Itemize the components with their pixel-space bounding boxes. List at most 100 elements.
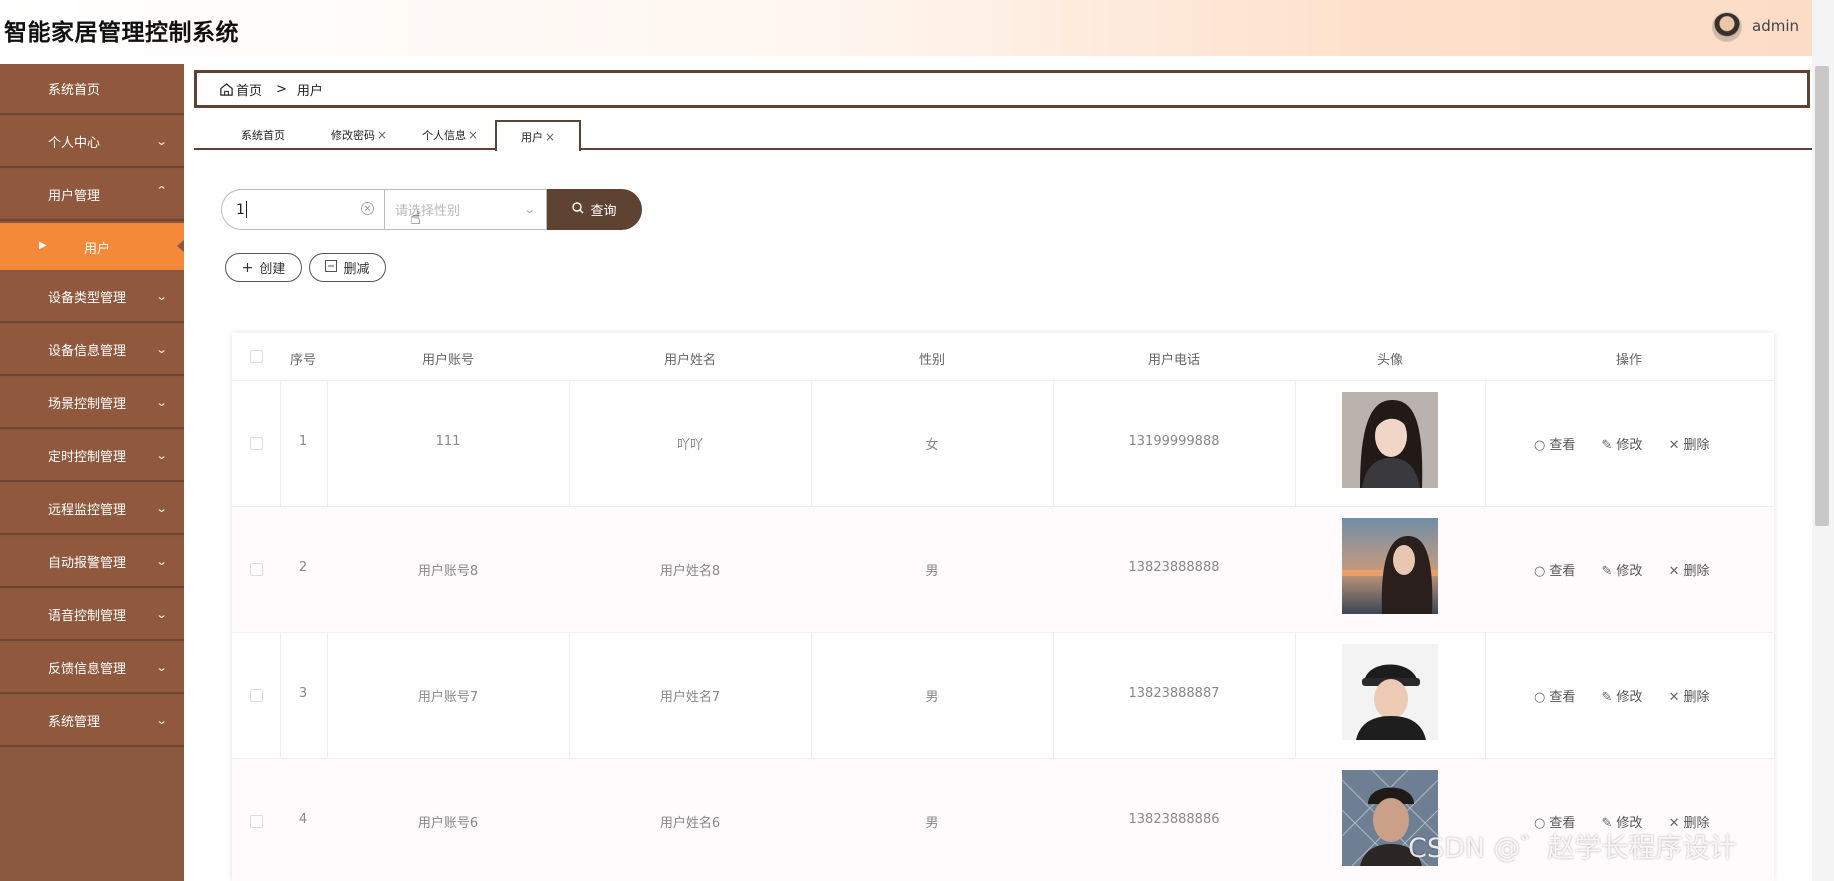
search-icon <box>572 201 584 218</box>
sidebar-item-remote-monitor[interactable]: 远程监控管理 ⌄ <box>0 484 184 535</box>
view-button[interactable]: ○ 查看 <box>1534 438 1575 453</box>
username[interactable]: admin <box>1752 17 1799 35</box>
query-button[interactable]: 查询 <box>547 189 642 230</box>
delete-button[interactable]: ✕ 删除 <box>1669 564 1710 579</box>
table-header: 序号 用户账号 用户姓名 性别 用户电话 头像 操作 <box>232 333 1774 380</box>
sidebar-item-home[interactable]: 系统首页 <box>0 64 184 115</box>
text-caret <box>245 201 247 218</box>
header-actions: 操作 <box>1615 353 1643 368</box>
user-table: 序号 用户账号 用户姓名 性别 用户电话 头像 操作 1 111 吖吖 女 13… <box>232 333 1774 881</box>
tab-personal-info[interactable]: 个人信息 × <box>422 120 478 150</box>
breadcrumb-home[interactable]: 首页 <box>236 80 262 99</box>
chart-icon <box>0 188 30 201</box>
sidebar-item-auto-alarm[interactable]: 自动报警管理 ⌄ <box>0 537 184 588</box>
pencil-icon: ✎ <box>1601 438 1613 453</box>
app-title: 智能家居管理控制系统 <box>4 20 239 46</box>
briefcase-icon <box>0 661 30 674</box>
tab-user[interactable]: 用户 × <box>495 120 582 151</box>
search-icon: ○ <box>1534 564 1546 579</box>
chevron-down-icon: ⌄ <box>155 502 168 515</box>
home-icon[interactable] <box>219 82 234 97</box>
header-gender: 性别 <box>918 353 946 368</box>
sidebar-item-timer-control[interactable]: 定时控制管理 ⌄ <box>0 431 184 482</box>
avatar[interactable] <box>1342 644 1438 740</box>
sidebar-item-scene-control[interactable]: 场景控制管理 ⌄ <box>0 378 184 429</box>
tab-home[interactable]: 系统首页 <box>241 120 285 150</box>
user-avatar[interactable] <box>1712 12 1742 42</box>
gender-select[interactable]: 请选择性别 ⌄ <box>384 189 547 230</box>
sidebar-subitem-user[interactable]: ▶ 用户 <box>0 223 184 270</box>
clipboard-icon <box>0 714 30 728</box>
view-button[interactable]: ○ 查看 <box>1534 690 1575 705</box>
pencil-icon: ✎ <box>1601 690 1613 705</box>
header-name: 用户姓名 <box>663 353 717 368</box>
chevron-down-icon: ⌄ <box>155 290 168 303</box>
watermark: CSDN @゛赵学长程序设计 <box>1408 833 1737 864</box>
caret-right-icon: ▶ <box>39 240 47 251</box>
sidebar-item-device-info[interactable]: 设备信息管理 ⌄ <box>0 325 184 376</box>
avatar[interactable] <box>1342 392 1438 488</box>
grid-icon <box>0 608 30 621</box>
table-row: 3 用户账号7 用户姓名7 男 13823888887 ○ 查看 ✎ 修改 ✕ 删除 <box>232 632 1774 758</box>
sidebar-item-device-type[interactable]: 设备类型管理 ⌄ <box>0 272 184 323</box>
view-button[interactable]: ○ 查看 <box>1534 564 1575 579</box>
clear-icon[interactable]: × <box>361 202 374 215</box>
close-icon: ✕ <box>1668 438 1680 453</box>
breadcrumb-current: 用户 <box>296 83 323 99</box>
delete-button[interactable]: ✕ 删除 <box>1669 438 1710 453</box>
chevron-down-icon: ⌄ <box>522 203 536 216</box>
tab-change-password[interactable]: 修改密码 × <box>331 120 387 150</box>
folder-icon <box>0 343 30 356</box>
chevron-down-icon: ⌄ <box>155 608 168 621</box>
select-all-checkbox[interactable] <box>250 350 263 363</box>
chevron-down-icon: ⌄ <box>155 661 168 674</box>
hand-cursor-icon: ☝ <box>410 208 421 229</box>
home-icon <box>0 81 30 96</box>
grid-icon <box>0 290 30 303</box>
delete-batch-button[interactable]: 删减 <box>309 253 386 282</box>
sidebar-item-user-management[interactable]: 用户管理 ⌃ <box>0 170 184 221</box>
table-row: 2 用户账号8 用户姓名8 男 13823888888 ○ 查看 ✎ 修改 ✕ 删除 <box>232 506 1774 632</box>
chevron-down-icon: ⌄ <box>155 714 168 727</box>
sidebar-item-voice-control[interactable]: 语音控制管理 ⌄ <box>0 590 184 641</box>
close-icon: ✕ <box>1668 564 1680 579</box>
row-actions: ○ 查看 ✎ 修改 ✕ 删除 <box>1534 434 1731 453</box>
search-icon: ○ <box>1534 690 1546 705</box>
header-phone: 用户电话 <box>1147 353 1201 368</box>
chevron-down-icon: ⌄ <box>155 396 168 409</box>
delete-button[interactable]: ✕ 删除 <box>1669 690 1710 705</box>
breadcrumb: 首页 > 用户 <box>194 70 1810 108</box>
chevron-down-icon: ⌄ <box>155 343 168 356</box>
chevron-down-icon: ⌄ <box>155 449 168 462</box>
top-header: 智能家居管理控制系统 admin <box>0 0 1834 56</box>
edit-button[interactable]: ✎ 修改 <box>1602 564 1643 579</box>
sidebar-item-personal-center[interactable]: 个人中心 ⌄ <box>0 117 184 168</box>
scrollbar-thumb[interactable] <box>1815 66 1829 526</box>
active-indicator <box>177 240 184 252</box>
row-checkbox[interactable] <box>250 815 263 828</box>
edit-button[interactable]: ✎ 修改 <box>1602 438 1643 453</box>
close-icon: ✕ <box>1668 690 1680 705</box>
row-checkbox[interactable] <box>250 437 263 450</box>
avatar[interactable] <box>1342 518 1438 614</box>
row-checkbox[interactable] <box>250 689 263 702</box>
tab-bar: 系统首页 修改密码 × 个人信息 × 用户 × <box>194 118 1812 151</box>
search-input[interactable]: 1 × <box>221 189 384 230</box>
chevron-down-icon: ⌄ <box>155 135 168 148</box>
pencil-icon: ✎ <box>1601 564 1613 579</box>
create-button[interactable]: + 创建 <box>225 253 302 282</box>
minus-square-icon <box>325 259 338 276</box>
breadcrumb-separator: > <box>276 81 287 97</box>
search-bar: 1 × 请选择性别 ⌄ 查询 <box>221 189 642 230</box>
table-row: 1 111 吖吖 女 13199999888 ○ 查看 ✎ 修改 ✕ 删除 <box>232 380 1774 506</box>
card-icon <box>0 135 30 149</box>
close-icon[interactable]: × <box>468 128 478 142</box>
row-actions: ○ 查看 ✎ 修改 ✕ 删除 <box>1534 560 1731 579</box>
edit-button[interactable]: ✎ 修改 <box>1602 690 1643 705</box>
sidebar-item-system[interactable]: 系统管理 ⌄ <box>0 696 184 747</box>
close-icon[interactable]: × <box>377 128 387 142</box>
chevron-up-icon: ⌃ <box>155 184 168 197</box>
close-icon[interactable]: × <box>545 130 555 144</box>
sidebar-item-feedback[interactable]: 反馈信息管理 ⌄ <box>0 643 184 694</box>
row-checkbox[interactable] <box>250 563 263 576</box>
